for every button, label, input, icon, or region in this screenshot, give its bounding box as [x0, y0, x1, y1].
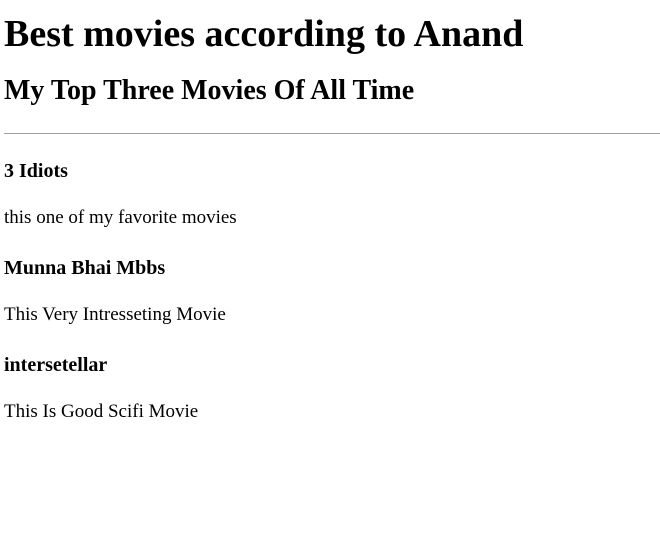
- page-subtitle: My Top Three Movies Of All Time: [4, 75, 415, 106]
- page-content: Best movies according to Anand My Top Th…: [0, 12, 660, 424]
- movie-item: intersetellar This Is Good Scifi Movie: [4, 353, 656, 424]
- page-title: Best movies according to Anand: [4, 13, 524, 55]
- movie-title: 3 Idiots: [4, 160, 68, 182]
- movie-list: 3 Idiots this one of my favorite movies …: [4, 159, 656, 424]
- movie-description: this one of my favorite movies: [4, 207, 237, 228]
- movie-title: intersetellar: [4, 354, 108, 376]
- divider: [4, 133, 660, 134]
- movie-title: Munna Bhai Mbbs: [4, 257, 166, 279]
- movie-description: This Very Intresseting Movie: [4, 304, 226, 325]
- movie-item: Munna Bhai Mbbs This Very Intresseting M…: [4, 256, 656, 327]
- movie-item: 3 Idiots this one of my favorite movies: [4, 159, 656, 230]
- movie-description: This Is Good Scifi Movie: [4, 401, 199, 422]
